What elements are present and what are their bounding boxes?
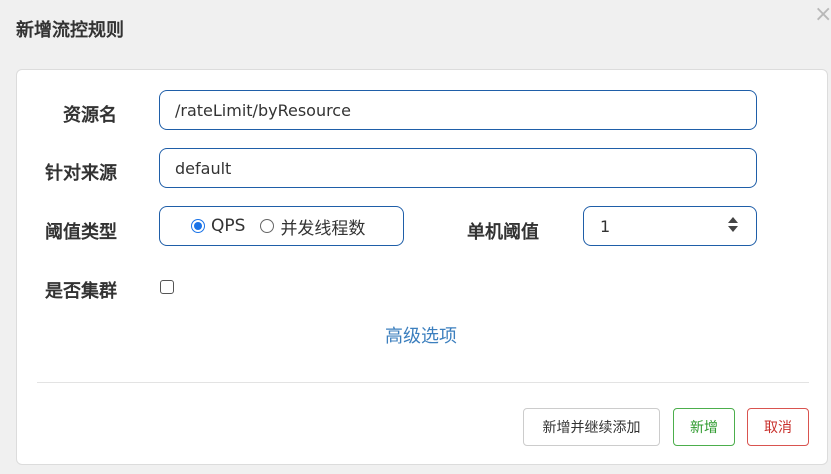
grade-radio-group: QPS 并发线程数 <box>159 206 404 246</box>
advanced-options-link[interactable]: 高级选项 <box>385 322 457 348</box>
limit-app-input[interactable] <box>159 148 757 188</box>
grade-option-thread[interactable]: 并发线程数 <box>260 214 365 239</box>
radio-checked-icon <box>191 219 205 233</box>
grade-label: 阈值类型 <box>45 222 117 243</box>
cluster-label: 是否集群 <box>45 281 117 302</box>
radio-unchecked-icon <box>260 219 275 233</box>
resource-input[interactable] <box>159 90 757 130</box>
count-value: 1 <box>600 216 611 236</box>
arrow-up-icon[interactable] <box>728 217 738 223</box>
form-panel: 资源名 针对来源 阈值类型 QPS 并发线程数 单机阈值 1 是否集群 高级选项… <box>16 69 828 465</box>
spinner-arrows-icon[interactable] <box>728 217 738 232</box>
count-label: 单机阈值 <box>467 222 539 243</box>
arrow-down-icon[interactable] <box>728 226 738 232</box>
limit-app-label: 针对来源 <box>45 163 117 184</box>
resource-label: 资源名 <box>63 105 117 126</box>
close-icon[interactable]: × <box>814 4 831 26</box>
grade-option-qps-label: QPS <box>211 216 246 236</box>
count-number-input[interactable]: 1 <box>583 206 757 246</box>
dialog-title: 新增流控规则 <box>16 20 124 41</box>
cluster-checkbox[interactable] <box>160 280 174 294</box>
add-button[interactable]: 新增 <box>673 408 735 446</box>
divider <box>37 382 809 383</box>
cancel-button[interactable]: 取消 <box>747 408 809 446</box>
grade-option-thread-label: 并发线程数 <box>280 218 366 239</box>
grade-option-qps[interactable]: QPS <box>191 216 245 236</box>
add-and-continue-button[interactable]: 新增并继续添加 <box>523 408 660 446</box>
